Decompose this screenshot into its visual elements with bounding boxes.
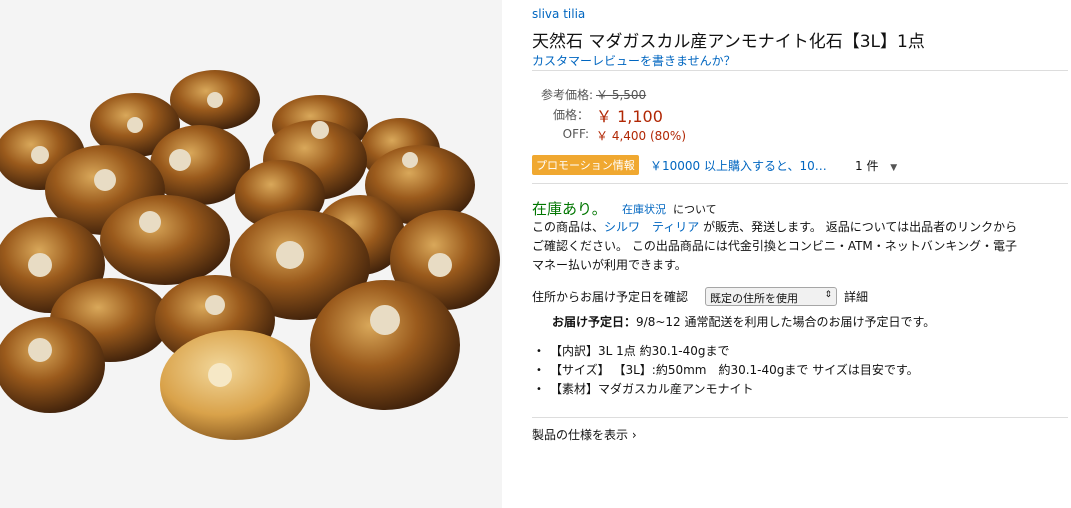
caret-down-icon: ▼ <box>890 163 898 173</box>
availability-info-suffix: について <box>673 203 717 216</box>
feature-text: 【素材】マダガスカル産アンモナイト <box>550 382 754 396</box>
seller-line-1: この商品は、シルワ ティリア が販売、発送します。 返品については出品者のリンク… <box>532 219 1017 236</box>
savings-label: OFF: <box>562 127 589 141</box>
product-spec-link[interactable]: 製品の仕様を表示 › <box>532 427 637 444</box>
delivery-estimate-text: 9/8~12 通常配送を利用した場合のお届け予定日です。 <box>636 315 936 329</box>
bullet-icon: • <box>536 384 542 395</box>
product-title: 天然石 マダガスカル産アンモナイト化石【3L】1点 <box>532 32 925 52</box>
delivery-estimate: お届け予定日：9/8~12 通常配送を利用した場合のお届け予定日です。 <box>552 314 935 331</box>
divider <box>532 183 1068 184</box>
address-select[interactable]: 既定の住所を使用 ⇕ <box>705 287 837 306</box>
list-price-label: 参考価格: <box>540 88 593 102</box>
delivery-details-link[interactable]: 詳細 <box>844 289 868 306</box>
price: ￥ 1,100 <box>596 107 663 126</box>
address-select-value: 既定の住所を使用 <box>710 292 798 305</box>
feature-text: 【サイズ】 【3L】:約50mm 約30.1-40gまで サイズは目安です。 <box>550 363 919 377</box>
promotion-badge: プロモーション情報 <box>532 155 639 175</box>
seller-prefix: この商品は、 <box>532 220 605 234</box>
savings-amount: ￥ 4,400 (80%) <box>596 129 687 143</box>
promotion-count-dropdown[interactable]: 1 件 ▼ <box>855 157 897 174</box>
availability-info-link[interactable]: 在庫状況 <box>622 201 666 217</box>
product-image[interactable] <box>0 0 502 508</box>
delivery-address-label: 住所からお届け予定日を確認 <box>532 290 689 304</box>
write-review-link[interactable]: カスタマーレビューを書きませんか？ <box>532 52 736 69</box>
brand-link[interactable]: sliva tilia <box>532 7 585 21</box>
availability-status: 在庫あり。 <box>532 200 607 218</box>
delivery-estimate-label: お届け予定日： <box>552 315 637 329</box>
seller-line-2: ご確認ください。 この出品商品には代金引換とコンビニ・ATM・ネットバンキング・… <box>532 239 1018 253</box>
feature-text: 【内訳】3L 1点 約30.1-40gまで <box>550 344 730 358</box>
divider <box>532 70 1068 71</box>
price-label: 価格： <box>552 108 589 122</box>
bullet-icon: • <box>536 365 542 376</box>
bullet-icon: • <box>536 346 542 357</box>
promotion-count: 1 件 <box>855 159 879 173</box>
seller-suffix: が販売、発送します。 返品については出品者のリンクから <box>699 220 1018 234</box>
select-arrows-icon: ⇕ <box>824 290 832 300</box>
divider <box>532 417 1068 418</box>
seller-link[interactable]: シルワ ティリア <box>604 220 699 234</box>
list-price: ￥ 5,500 <box>596 88 647 102</box>
seller-line-3: マネー払いが利用できます。 <box>532 258 687 272</box>
promotion-link[interactable]: ￥10000 以上購入すると、10… <box>650 157 827 174</box>
